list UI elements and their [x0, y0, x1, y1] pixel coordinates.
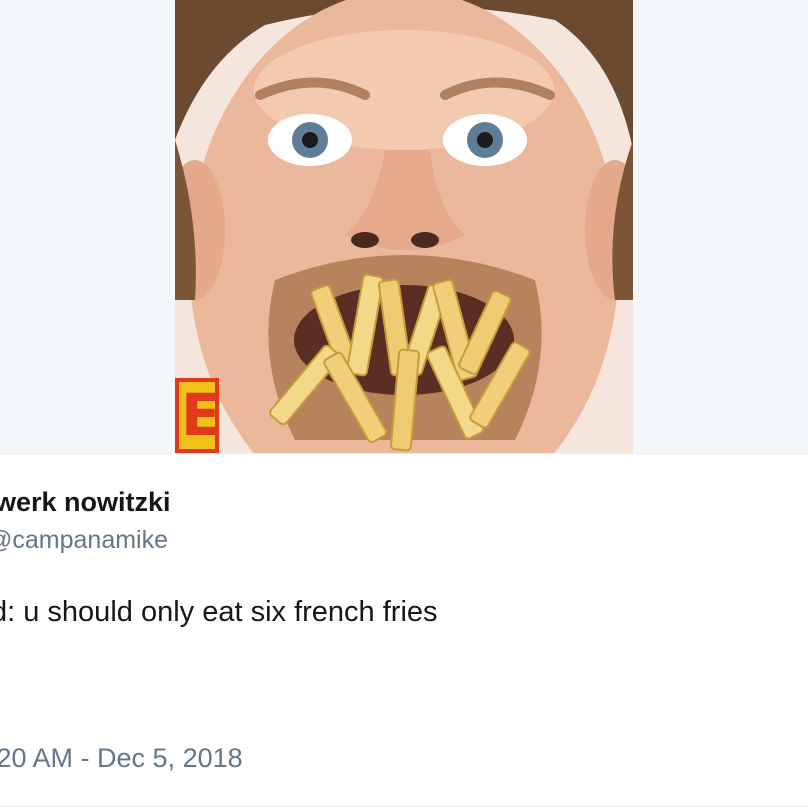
tweet-timestamp[interactable]: :20 AM - Dec 5, 2018	[0, 743, 243, 774]
poster-letter: E	[181, 381, 221, 449]
user-display-name[interactable]: twerk nowitzki	[0, 487, 171, 518]
footer-divider	[0, 806, 808, 807]
tweet-photo[interactable]: E	[175, 0, 633, 453]
tweet-text: d: u should only eat six french fries	[0, 596, 438, 628]
photo-illustration	[175, 0, 633, 453]
user-handle[interactable]: @campanamike	[0, 526, 168, 555]
media-divider	[0, 453, 808, 454]
tweet-media-area: E	[0, 0, 808, 453]
